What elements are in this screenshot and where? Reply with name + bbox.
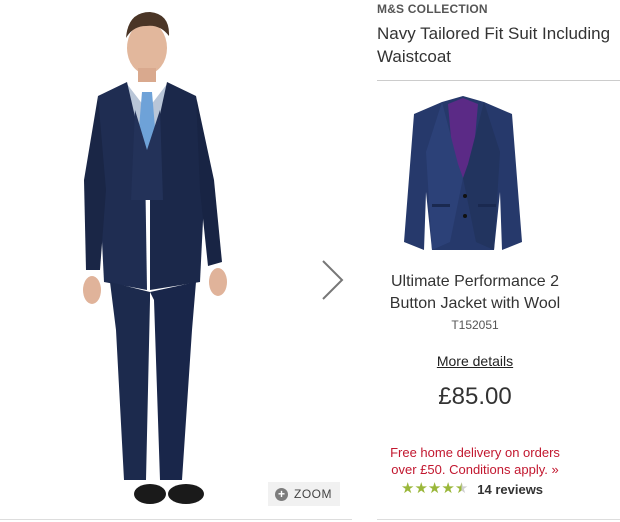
star-rating: ★ ★ ★ ★ ★ <box>401 481 468 497</box>
page-title: Navy Tailored Fit Suit Including Waistco… <box>377 24 611 66</box>
zoom-button[interactable]: + ZOOM <box>268 482 340 506</box>
divider <box>0 519 352 520</box>
reviews-link[interactable]: 14 reviews <box>477 482 543 497</box>
more-details-link[interactable]: More details <box>377 353 573 369</box>
star-icon: ★ <box>414 480 428 497</box>
product-main-image[interactable]: + ZOOM <box>0 0 352 522</box>
star-icon: ★ <box>441 480 455 497</box>
model-suit-illustration <box>83 12 227 504</box>
divider <box>377 519 620 520</box>
divider <box>377 80 620 81</box>
product-code: T152051 <box>451 318 499 332</box>
zoom-label: ZOOM <box>294 487 332 501</box>
free-delivery-link[interactable]: Free home delivery on orders over £50. C… <box>377 444 573 478</box>
star-icon: ★ <box>401 480 415 497</box>
zoom-plus-icon: + <box>275 487 288 501</box>
chevron-right-icon[interactable] <box>318 258 346 302</box>
product-name[interactable]: Ultimate Performance 2 Button Jacket wit… <box>377 271 573 315</box>
jacket-thumbnail[interactable] <box>402 92 524 252</box>
star-half-icon: ★ <box>454 480 469 497</box>
rating-row: ★ ★ ★ ★ ★ 14 reviews <box>401 481 543 497</box>
product-price: £85.00 <box>438 383 512 410</box>
star-icon: ★ <box>427 480 442 497</box>
brand-label: M&S COLLECTION <box>377 2 488 16</box>
